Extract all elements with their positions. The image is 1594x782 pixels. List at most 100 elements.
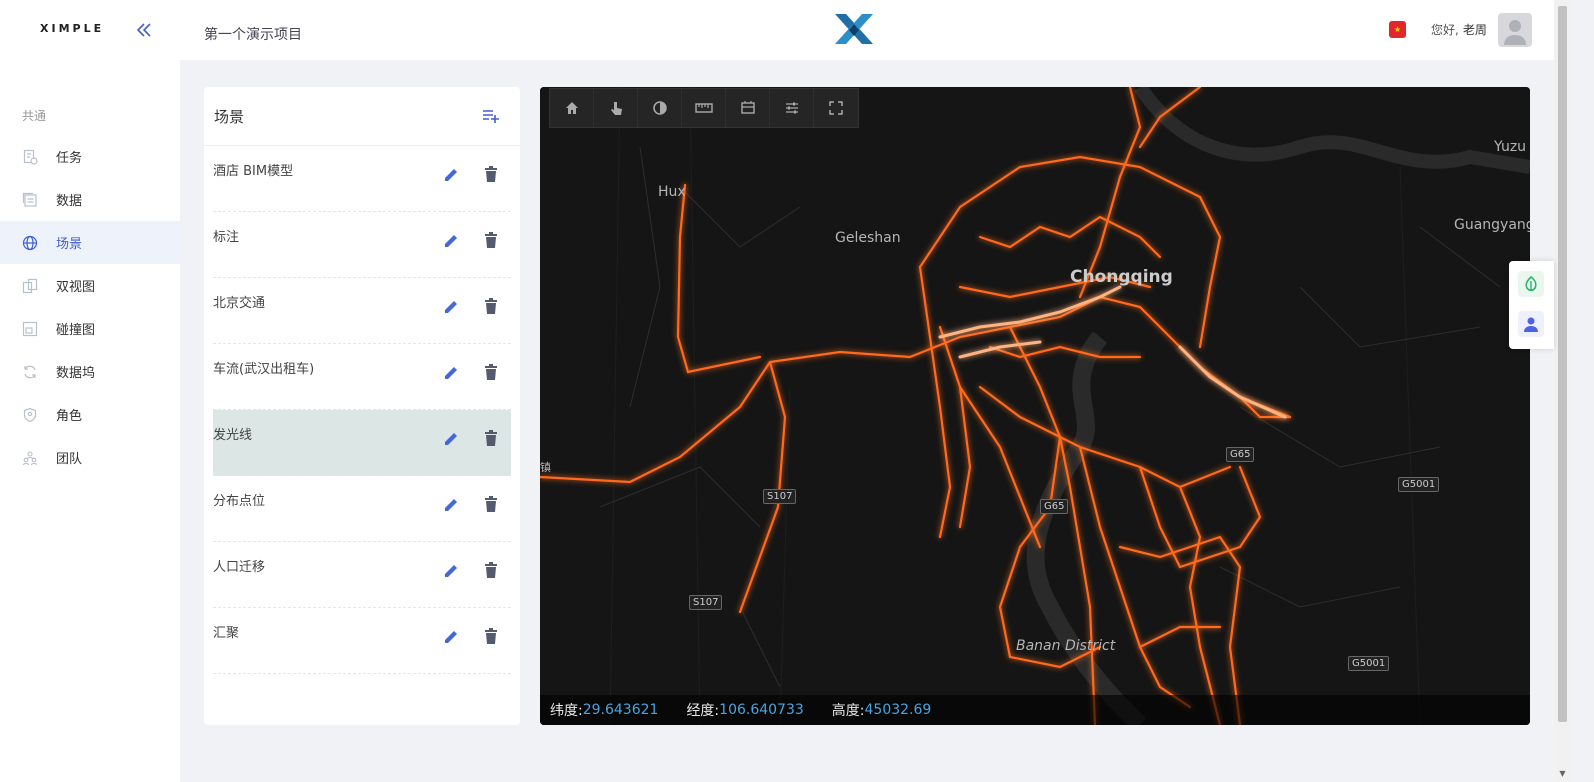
sidebar-item-dataport[interactable]: 数据坞 [0, 350, 180, 393]
delete-icon[interactable] [484, 364, 498, 381]
panel-title: 场景 [214, 108, 245, 126]
sidebar-item-label: 团队 [56, 452, 83, 467]
road-shield-label: G65 [1040, 499, 1069, 514]
shield-icon [22, 407, 38, 423]
sidebar-item-collision[interactable]: 碰撞图 [0, 307, 180, 350]
sidebar-item-label: 场景 [56, 237, 83, 252]
sidebar-item-scene[interactable]: 场景 [0, 221, 180, 264]
latitude-label: 纬度: [550, 703, 583, 719]
sidebar-item-label: 数据 [56, 194, 83, 209]
scrollbar-thumb[interactable] [1558, 6, 1567, 722]
scene-row[interactable]: 分布点位 [213, 476, 511, 542]
longitude-label: 经度: [686, 703, 720, 719]
sidebar-item-label: 数据坞 [56, 366, 96, 381]
sidebar-item-label: 任务 [56, 151, 83, 166]
scene-name: 车流(武汉出租车) [213, 362, 315, 377]
ruler-icon[interactable] [682, 89, 726, 127]
edit-icon[interactable] [443, 299, 459, 315]
sidebar-item-label: 角色 [56, 409, 83, 424]
scene-name: 汇聚 [213, 626, 240, 641]
scene-name: 标注 [213, 230, 240, 245]
project-title: 第一个演示项目 [204, 27, 302, 43]
sidebar-nav: 任务 数据 场景 双视图 碰撞图 数据坞 角色 团队 [0, 135, 180, 479]
road-shield-label: G65 [1226, 447, 1255, 462]
map-place-label: Yuzu [1494, 139, 1527, 155]
delete-icon[interactable] [484, 430, 498, 447]
home-icon[interactable] [550, 89, 594, 127]
nav-group-label: 共通 [22, 109, 47, 123]
latitude-value: 29.643621 [582, 702, 659, 718]
fullscreen-icon[interactable] [814, 89, 858, 127]
avatar[interactable] [1498, 13, 1532, 47]
top-header: 第一个演示项目 ★ 您好, 老周 [180, 0, 1554, 60]
delete-icon[interactable] [484, 562, 498, 579]
scene-name: 分布点位 [213, 494, 266, 509]
leaf-theme-icon[interactable] [1518, 271, 1544, 297]
map-place-label: Chongqing [1070, 267, 1173, 287]
road-shield-label: G5001 [1348, 656, 1390, 671]
task-icon [22, 149, 38, 165]
add-scene-icon[interactable] [482, 109, 500, 123]
contrast-icon[interactable] [638, 89, 682, 127]
scene-name: 北京交通 [213, 296, 266, 311]
map-place-label: Guangyang [1454, 217, 1530, 233]
delete-icon[interactable] [484, 628, 498, 645]
edit-icon[interactable] [443, 167, 459, 183]
scene-row[interactable]: 酒店 BIM模型 [213, 146, 511, 212]
edit-icon[interactable] [443, 563, 459, 579]
scene-row[interactable]: 标注 [213, 212, 511, 278]
scene-row[interactable]: 汇聚 [213, 608, 511, 674]
sidebar: XIMPLE 共通 任务 数据 场景 双视图 碰撞图 数据坞 角色 团队 [0, 0, 180, 782]
map-place-label: 镇 [540, 461, 551, 474]
delete-icon[interactable] [484, 232, 498, 249]
user-greeting: 您好, 老周 [1431, 21, 1487, 38]
username: 老周 [1462, 23, 1487, 37]
team-icon [22, 450, 38, 466]
sliders-icon[interactable] [770, 89, 814, 127]
refresh-icon [22, 364, 38, 380]
scene-row-selected[interactable]: 发光线 [213, 410, 511, 476]
sidebar-item-role[interactable]: 角色 [0, 393, 180, 436]
language-flag-icon[interactable]: ★ [1389, 21, 1406, 38]
scene-row[interactable]: 北京交通 [213, 278, 511, 344]
scroll-down-icon[interactable]: ▼ [1554, 765, 1571, 782]
scene-name: 酒店 BIM模型 [213, 164, 294, 179]
sidebar-item-label: 双视图 [56, 280, 96, 295]
scene-list: 酒店 BIM模型 标注 北京交通 车流(武汉出租车) 发光线 分布点位 人口迁移… [213, 146, 511, 674]
edit-icon[interactable] [443, 365, 459, 381]
sidebar-item-task[interactable]: 任务 [0, 135, 180, 178]
floating-toolbox [1509, 261, 1554, 349]
delete-icon[interactable] [484, 298, 498, 315]
map-place-label: Banan District [1016, 638, 1116, 654]
touch-icon[interactable] [594, 89, 638, 127]
page-scrollbar[interactable]: ▲ ▼ [1554, 0, 1571, 782]
altitude-value: 45032.69 [864, 702, 932, 718]
edit-icon[interactable] [443, 233, 459, 249]
user-profile-icon[interactable] [1518, 311, 1544, 337]
layers-icon[interactable] [726, 89, 770, 127]
scene-row[interactable]: 车流(武汉出租车) [213, 344, 511, 410]
edit-icon[interactable] [443, 497, 459, 513]
map-place-label: Geleshan [835, 230, 901, 246]
sidebar-item-data[interactable]: 数据 [0, 178, 180, 221]
glowing-road-network [540, 87, 1530, 725]
sidebar-item-dual-view[interactable]: 双视图 [0, 264, 180, 307]
edit-icon[interactable] [443, 629, 459, 645]
delete-icon[interactable] [484, 166, 498, 183]
road-shield-label: S107 [689, 595, 723, 610]
brand-logo: XIMPLE [40, 22, 105, 35]
road-shield-label: G5001 [1398, 477, 1440, 492]
map-toolbar [549, 88, 859, 128]
map-viewport[interactable]: Hux Geleshan Chongqing Yuzu Guangyang Ba… [540, 87, 1530, 725]
collapse-sidebar-icon[interactable] [134, 20, 154, 40]
altitude-label: 高度: [831, 703, 865, 719]
edit-icon[interactable] [443, 431, 459, 447]
delete-icon[interactable] [484, 496, 498, 513]
scene-row[interactable]: 人口迁移 [213, 542, 511, 608]
sidebar-item-team[interactable]: 团队 [0, 436, 180, 479]
app-logo-icon [835, 14, 873, 44]
longitude-value: 106.640733 [719, 702, 804, 718]
greeting-text: 您好, [1431, 23, 1459, 37]
map-place-label: Hux [658, 184, 686, 200]
sidebar-item-label: 碰撞图 [56, 323, 96, 338]
